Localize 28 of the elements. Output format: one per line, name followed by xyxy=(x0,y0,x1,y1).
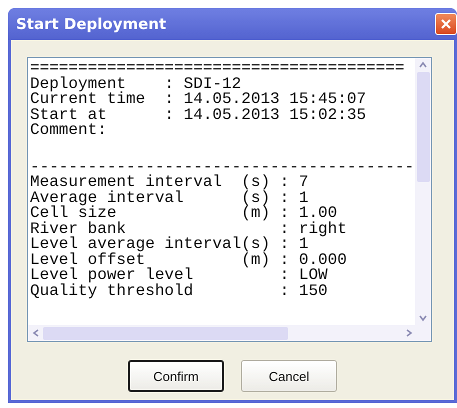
scroll-down-icon[interactable] xyxy=(418,314,428,322)
scroll-up-icon[interactable] xyxy=(418,61,428,69)
report-line: River bank : right xyxy=(30,222,347,237)
vertical-scrollbar[interactable] xyxy=(415,58,431,325)
horizontal-scrollbar[interactable] xyxy=(28,325,431,341)
cancel-button[interactable]: Cancel xyxy=(241,360,337,392)
confirm-button[interactable]: Confirm xyxy=(128,360,224,392)
report-line: Level average interval(s) : 1 xyxy=(30,237,308,252)
report-line: Current time : 14.05.2013 15:45:07 xyxy=(30,92,366,108)
close-icon xyxy=(440,18,452,30)
report-line: Comment: xyxy=(30,123,107,138)
scroll-right-icon[interactable] xyxy=(405,328,413,338)
report-line: Level power level : LOW xyxy=(30,268,328,284)
close-button[interactable] xyxy=(435,13,457,35)
window-title: Start Deployment xyxy=(16,15,166,33)
report-line: Average interval (s) : 1 xyxy=(30,190,308,206)
report-line: Cell size (m) : 1.00 xyxy=(30,206,338,222)
report-line: ---------------------------------------- xyxy=(30,160,414,175)
report-line: Level offset (m) : 0.000 xyxy=(30,252,347,268)
report-line: Start at : 14.05.2013 15:02:35 xyxy=(30,108,366,123)
scroll-thumb[interactable] xyxy=(43,326,288,340)
scroll-left-icon[interactable] xyxy=(32,328,40,338)
report-line: Quality threshold : 150 xyxy=(30,284,328,299)
report-line: Measurement interval (s) : 7 xyxy=(30,175,308,190)
report-text-area[interactable] xyxy=(27,57,432,342)
scroll-thumb[interactable] xyxy=(416,72,430,182)
report-line: Deployment : SDI-12 xyxy=(30,76,242,92)
report-line: ======================================= xyxy=(30,61,404,76)
